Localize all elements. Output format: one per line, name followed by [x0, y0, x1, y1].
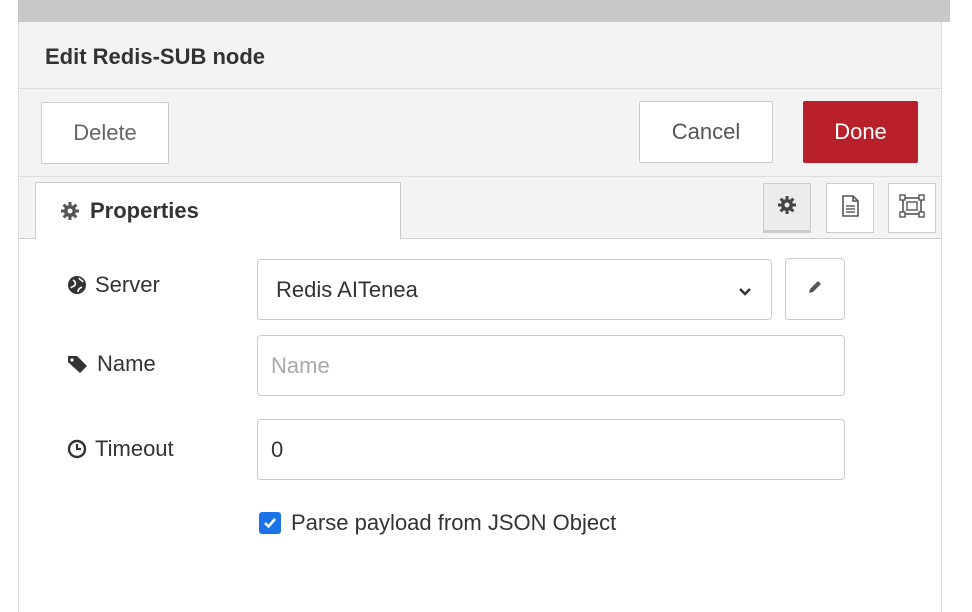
- appearance-icon: [899, 193, 925, 223]
- pencil-icon: [806, 278, 824, 301]
- parse-json-row: Parse payload from JSON Object: [259, 510, 616, 536]
- server-select[interactable]: Redis AITenea: [257, 259, 772, 320]
- chevron-down-icon: [737, 280, 753, 306]
- timeout-label: Timeout: [95, 436, 174, 461]
- parse-json-checkbox[interactable]: [259, 512, 281, 534]
- name-input[interactable]: [257, 335, 845, 396]
- delete-button[interactable]: Delete: [41, 102, 169, 164]
- tab-description[interactable]: [826, 183, 874, 233]
- tray-title: Edit Redis-SUB node: [45, 44, 266, 69]
- cancel-button[interactable]: Cancel: [639, 101, 773, 163]
- tray-toolbar: Delete Cancel Done: [19, 89, 941, 177]
- tray-header: Edit Redis-SUB node: [19, 22, 941, 89]
- server-label-row: Server: [67, 272, 160, 298]
- tab-bar: Properties: [19, 177, 941, 240]
- timeout-label-row: Timeout: [67, 436, 174, 462]
- description-icon: [840, 194, 860, 223]
- tab-settings[interactable]: [763, 183, 811, 233]
- edit-tray: Edit Redis-SUB node Delete Cancel Done P…: [18, 22, 942, 612]
- done-button[interactable]: Done: [803, 101, 918, 163]
- timeout-input[interactable]: [257, 419, 845, 480]
- parse-json-label: Parse payload from JSON Object: [291, 510, 617, 535]
- server-select-value: Redis AITenea: [276, 276, 418, 302]
- name-label-row: Name: [67, 351, 156, 377]
- editor-top-bar: [18, 0, 950, 22]
- tab-properties[interactable]: Properties: [35, 182, 401, 240]
- tab-appearance[interactable]: [888, 183, 936, 233]
- server-label: Server: [95, 272, 160, 297]
- globe-icon: [67, 275, 87, 295]
- clock-icon: [67, 439, 87, 459]
- tab-properties-label: Properties: [90, 198, 199, 223]
- name-label: Name: [97, 351, 156, 376]
- edit-server-button[interactable]: [785, 258, 845, 320]
- gear-icon: [777, 195, 797, 220]
- gear-icon: [60, 201, 80, 221]
- tag-icon: [67, 354, 89, 374]
